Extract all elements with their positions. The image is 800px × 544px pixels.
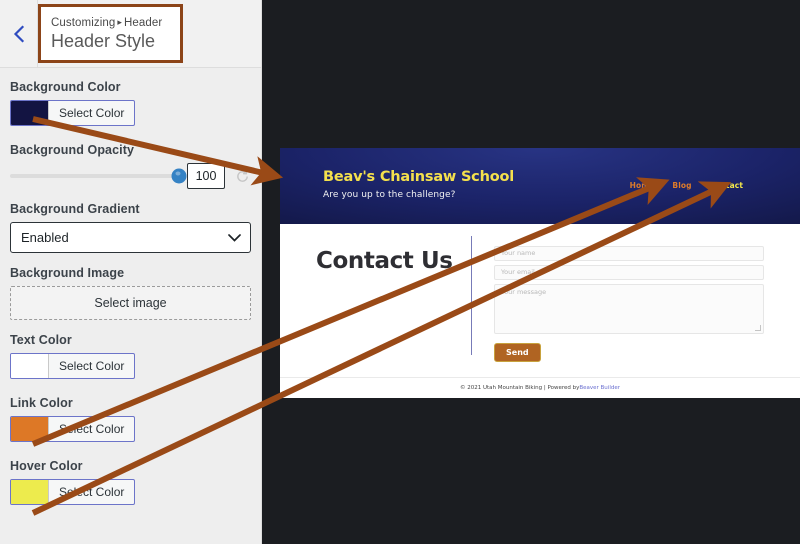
site-preview: Beav's Chainsaw School Are you up to the… — [280, 148, 800, 398]
panel-title-highlight: Customizing ▸ Header Header Style — [38, 4, 183, 63]
control-background-color: Background Color Select Color — [10, 80, 251, 130]
footer-beaver-builder-link[interactable]: Beaver Builder — [579, 385, 620, 391]
site-header: Beav's Chainsaw School Are you up to the… — [280, 148, 800, 224]
text-color-picker-button[interactable]: Select Color — [10, 353, 136, 379]
back-button[interactable] — [0, 0, 38, 67]
email-input[interactable]: Your email — [494, 265, 764, 280]
text-color-button-label: Select Color — [59, 359, 125, 373]
control-background-image: Background Image Select image — [10, 266, 251, 320]
site-footer: © 2021 Utah Mountain Biking | Powered by… — [280, 377, 800, 398]
contact-form: Your name Your email Your message Send — [472, 236, 764, 377]
link-color-button-label: Select Color — [59, 422, 125, 436]
background-gradient-select[interactable]: Enabled — [10, 222, 251, 253]
control-link-color: Link Color Select Color — [10, 396, 251, 446]
panel-header: Customizing ▸ Header Header Style — [0, 0, 261, 68]
customizer-sidebar: Customizing ▸ Header Header Style Backgrou… — [0, 0, 262, 544]
opacity-value-input[interactable]: 100 — [187, 163, 225, 189]
background-color-button-label: Select Color — [59, 106, 125, 120]
chevron-down-icon — [228, 230, 241, 245]
nav-link-home[interactable]: Home — [630, 181, 655, 190]
control-background-gradient: Background Gradient Enabled — [10, 202, 251, 253]
site-nav: Home Blog Contact — [630, 181, 743, 190]
breadcrumb-customizing: Customizing — [51, 17, 116, 30]
opacity-slider-row: 100 — [10, 163, 251, 189]
breadcrumb-separator-icon: ▸ — [117, 17, 122, 28]
control-label: Link Color — [10, 396, 73, 410]
column-divider — [471, 236, 472, 355]
control-label: Background Opacity — [10, 143, 135, 157]
control-label: Background Image — [10, 266, 125, 280]
message-textarea[interactable]: Your message — [494, 284, 764, 334]
hover-color-button-label: Select Color — [59, 485, 125, 499]
site-tagline: Are you up to the challenge? — [323, 189, 456, 200]
select-image-button[interactable]: Select image — [10, 286, 251, 320]
nav-link-contact[interactable]: Contact — [710, 181, 743, 190]
text-color-swatch[interactable] — [11, 354, 49, 378]
link-color-picker-button[interactable]: Select Color — [10, 416, 136, 442]
nav-link-blog[interactable]: Blog — [672, 181, 691, 190]
chevron-left-icon — [12, 24, 25, 43]
contact-heading-column: Contact Us — [316, 236, 471, 377]
site-branding: Beav's Chainsaw School Are you up to the… — [323, 169, 514, 200]
site-content: Contact Us Your name Your email Your mes… — [280, 224, 800, 377]
opacity-slider[interactable] — [10, 168, 187, 184]
control-text-color: Text Color Select Color — [10, 333, 251, 383]
background-color-swatch[interactable] — [11, 101, 49, 125]
page-title: Header Style — [51, 31, 156, 52]
hover-color-swatch[interactable] — [11, 480, 49, 504]
background-color-picker-button[interactable]: Select Color — [10, 100, 136, 126]
link-color-swatch[interactable] — [11, 417, 49, 441]
background-gradient-value: Enabled — [21, 230, 69, 245]
breadcrumb: Customizing ▸ Header — [51, 17, 170, 29]
breadcrumb-section: Header — [124, 17, 163, 30]
contact-heading: Contact Us — [316, 248, 453, 274]
control-label: Hover Color — [10, 459, 83, 473]
send-button[interactable]: Send — [494, 343, 541, 362]
footer-copyright: © 2021 Utah Mountain Biking | Powered by — [459, 385, 580, 391]
opacity-slider-thumb[interactable] — [171, 168, 187, 184]
name-input[interactable]: Your name — [494, 246, 764, 261]
control-hover-color: Hover Color Select Color — [10, 459, 251, 509]
control-label: Text Color — [10, 333, 72, 347]
control-label: Background Gradient — [10, 202, 140, 216]
screen: Customizing ▸ Header Header Style Backgrou… — [0, 0, 800, 544]
control-background-opacity: Background Opacity 100 — [10, 143, 251, 189]
reset-icon[interactable] — [233, 169, 251, 184]
hover-color-picker-button[interactable]: Select Color — [10, 479, 136, 505]
control-list: Background Color Select Color Background… — [0, 68, 261, 509]
site-title: Beav's Chainsaw School — [323, 169, 514, 185]
control-label: Background Color — [10, 80, 121, 94]
